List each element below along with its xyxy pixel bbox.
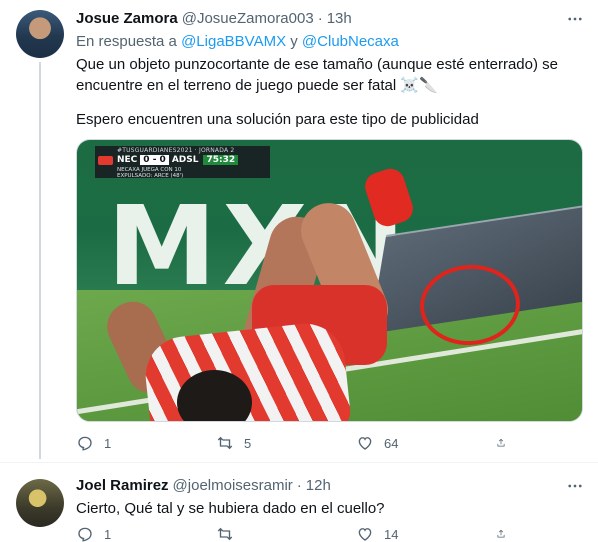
match-score: 0 - 0 [140, 155, 169, 165]
tweet-actions: 1 14 [76, 525, 516, 542]
tweet[interactable]: Josue Zamora @JosueZamora003 · 13h En re… [0, 0, 598, 460]
retweet-icon [217, 436, 233, 450]
share-icon [497, 529, 505, 538]
match-clock: 75:32 [203, 155, 239, 165]
more-icon[interactable] [566, 10, 584, 28]
retweet-icon [217, 527, 233, 541]
reply-button[interactable]: 1 [76, 525, 160, 542]
scorebug-row: NEC 0 - 0 ADSL 75:32 [117, 154, 239, 166]
scorebug-note: EXPULSADO: ARCE (48') [117, 173, 184, 179]
tweet-header: Joel Ramirez @joelmoisesramir · 12h [76, 477, 331, 494]
player-figure [99, 165, 417, 421]
more-icon[interactable] [566, 477, 584, 495]
reply-and: y [290, 33, 298, 50]
avatar[interactable] [16, 10, 64, 58]
like-button[interactable]: 14 [356, 525, 440, 542]
separator-dot: · [317, 10, 323, 27]
like-icon [358, 528, 372, 541]
tweet-text: Espero encuentren una solución para este… [76, 111, 479, 128]
retweet-button[interactable]: 5 [216, 434, 300, 452]
reply-prefix: En respuesta a [76, 33, 177, 50]
home-team: NEC [117, 155, 138, 165]
separator-dot: · [296, 477, 302, 494]
share-button[interactable] [496, 525, 516, 542]
author-name[interactable]: Josue Zamora [76, 10, 178, 27]
tweet-time[interactable]: 13h [327, 10, 352, 27]
tweet-image[interactable]: MXN #TUSGUARDIANES2021 · JORNADA 2 NEC 0… [76, 139, 583, 422]
away-team: ADSL [171, 155, 199, 165]
scorebug: #TUSGUARDIANES2021 · JORNADA 2 NEC 0 - 0… [95, 146, 270, 179]
like-icon [358, 437, 372, 450]
like-count: 14 [384, 526, 399, 542]
share-button[interactable] [496, 434, 516, 452]
tweet-header: Josue Zamora @JosueZamora003 · 13h [76, 10, 352, 27]
reply-to-line: En respuesta a @LigaBBVAMX y @ClubNecaxa [76, 33, 399, 50]
avatar[interactable] [16, 479, 64, 527]
retweet-count: 5 [244, 435, 252, 451]
like-count: 64 [384, 435, 399, 451]
retweet-button[interactable] [216, 525, 300, 542]
like-button[interactable]: 64 [356, 434, 440, 452]
tweet[interactable]: Joel Ramirez @joelmoisesramir · 12h Cier… [0, 462, 598, 542]
tweet-time[interactable]: 12h [306, 477, 331, 494]
mention-link[interactable]: @LigaBBVAMX [181, 33, 286, 50]
reply-icon [78, 527, 92, 542]
author-handle[interactable]: @joelmoisesramir [173, 477, 293, 494]
reply-icon [78, 436, 92, 451]
tweet-text: Cierto, Qué tal y se hubiera dado en el … [76, 500, 385, 517]
author-handle[interactable]: @JosueZamora003 [182, 10, 314, 27]
share-icon [497, 438, 505, 447]
tweet-text: Que un objeto punzocortante de ese tamañ… [76, 56, 558, 94]
thread-line [39, 62, 41, 459]
mention-link[interactable]: @ClubNecaxa [302, 33, 399, 50]
reply-count: 1 [104, 435, 112, 451]
reply-count: 1 [104, 526, 112, 542]
tweet-actions: 1 5 64 [76, 434, 516, 452]
author-name[interactable]: Joel Ramirez [76, 477, 169, 494]
reply-button[interactable]: 1 [76, 434, 160, 452]
broadcaster-logo [98, 156, 113, 165]
scorebug-hashtag: #TUSGUARDIANES2021 · JORNADA 2 [117, 147, 235, 154]
